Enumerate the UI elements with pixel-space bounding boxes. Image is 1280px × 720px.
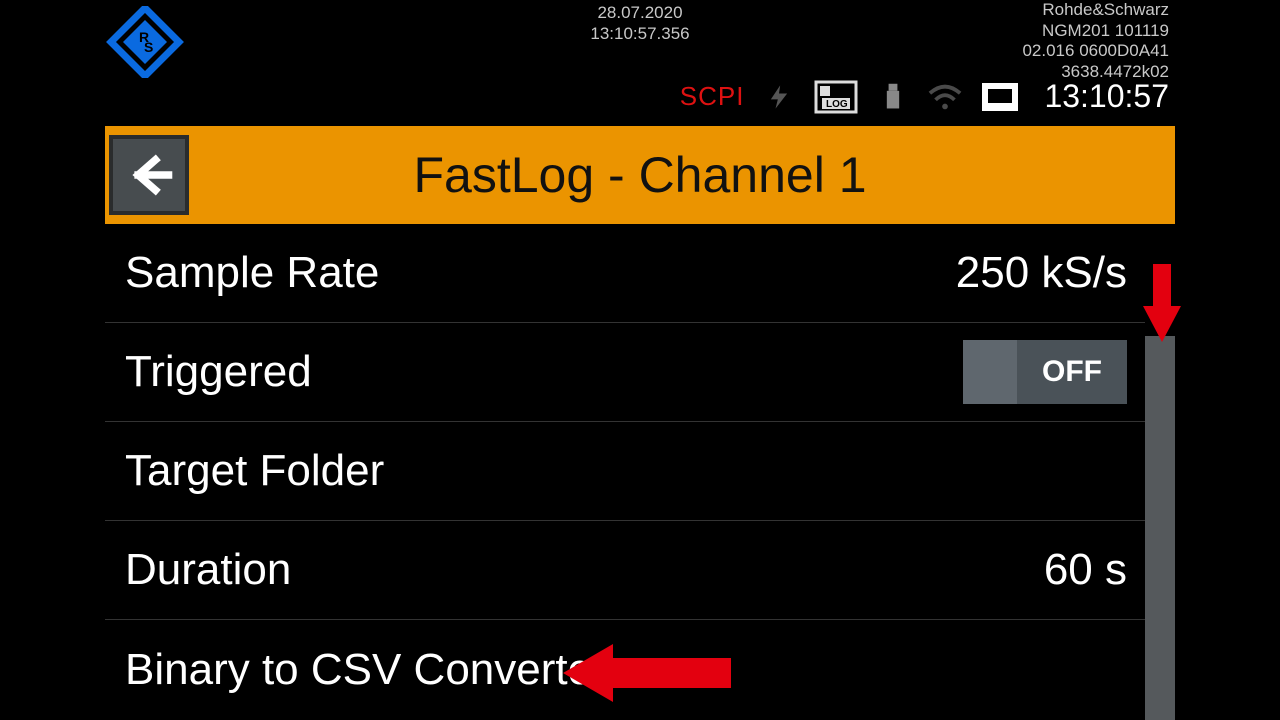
- label-triggered: Triggered: [125, 347, 312, 397]
- back-button[interactable]: [109, 135, 189, 215]
- wifi-icon: [928, 80, 962, 114]
- usb-icon: [876, 80, 910, 114]
- row-target-folder[interactable]: Target Folder: [105, 422, 1147, 521]
- label-target-folder: Target Folder: [125, 446, 384, 496]
- row-triggered[interactable]: Triggered OFF: [105, 323, 1147, 422]
- svg-text:LOG: LOG: [826, 99, 848, 110]
- row-sample-rate[interactable]: Sample Rate 250 kS/s: [105, 224, 1147, 323]
- label-sample-rate: Sample Rate: [125, 248, 379, 298]
- device-vendor: Rohde&Schwarz: [1022, 0, 1169, 21]
- status-bar: SCPI LOG: [680, 78, 1169, 115]
- ethernet-icon: [980, 80, 1020, 114]
- toggle-knob: [963, 340, 1017, 404]
- device-model: NGM201 101119: [1022, 21, 1169, 42]
- header-clock: 13:10:57: [1044, 78, 1169, 115]
- row-duration[interactable]: Duration 60 s: [105, 521, 1147, 620]
- annotation-arrow-left-icon: [563, 644, 731, 702]
- device-info: Rohde&Schwarz NGM201 101119 02.016 0600D…: [1022, 0, 1169, 83]
- header-datetime: 28.07.2020 13:10:57.356: [105, 2, 1175, 45]
- scpi-indicator: SCPI: [680, 81, 745, 112]
- value-sample-rate: 250 kS/s: [956, 248, 1127, 298]
- toggle-state: OFF: [1017, 355, 1127, 389]
- device-fw: 02.016 0600D0A41: [1022, 41, 1169, 62]
- toggle-triggered[interactable]: OFF: [963, 340, 1127, 404]
- lightning-icon: [762, 80, 796, 114]
- log-icon: LOG: [814, 80, 858, 114]
- value-duration: 60 s: [1044, 545, 1127, 595]
- page-title: FastLog - Channel 1: [189, 146, 1175, 204]
- annotation-arrow-down-icon: [1143, 264, 1181, 342]
- label-duration: Duration: [125, 545, 291, 595]
- label-binary-to-csv: Binary to CSV Converter: [125, 645, 607, 695]
- page-title-bar: FastLog - Channel 1: [105, 126, 1175, 224]
- device-screen: R S 28.07.2020 13:10:57.356 Rohde&Schwar…: [105, 0, 1175, 720]
- header-date: 28.07.2020: [105, 2, 1175, 23]
- header-time-full: 13:10:57.356: [105, 23, 1175, 44]
- arrow-left-icon: [123, 149, 175, 201]
